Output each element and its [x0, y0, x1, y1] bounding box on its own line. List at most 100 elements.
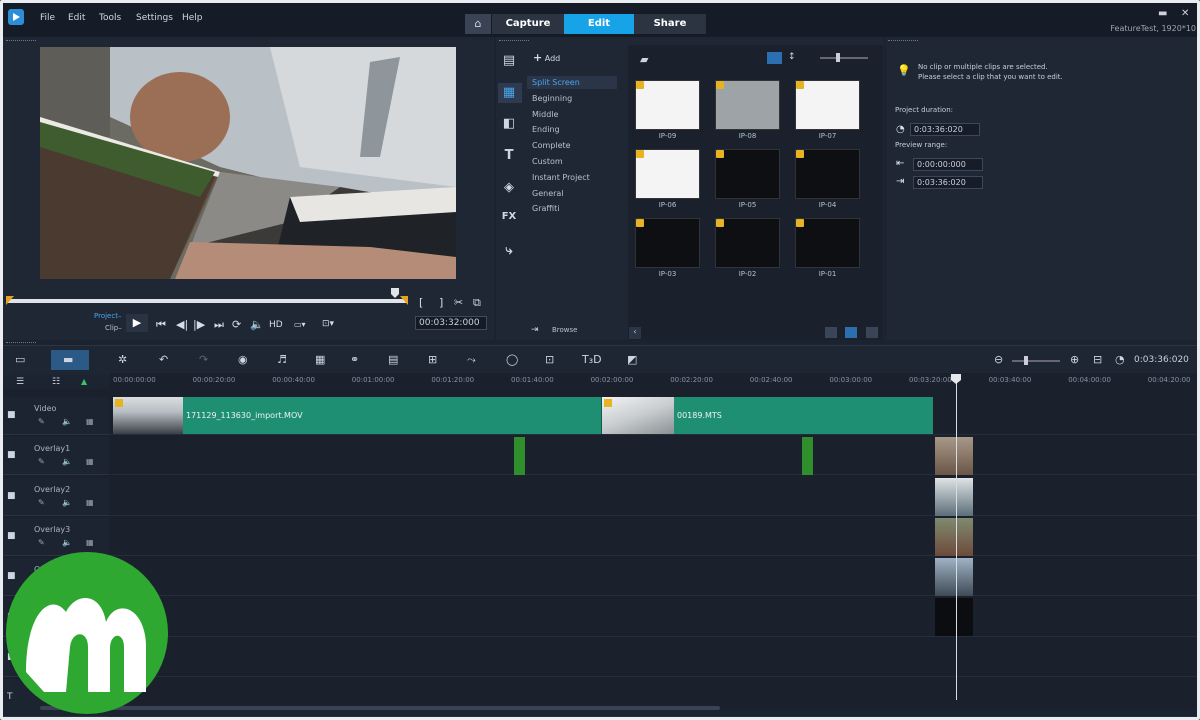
template-thumbnail[interactable]: [795, 149, 860, 199]
options-icon[interactable]: [825, 327, 837, 338]
track-manager-icon[interactable]: ☰: [16, 377, 24, 387]
instant-project-icon[interactable]: ▦: [500, 85, 518, 101]
menu-tools[interactable]: Tools: [99, 13, 121, 23]
volume-icon[interactable]: 🔈: [250, 318, 264, 331]
auto-music-icon[interactable]: ▦: [315, 353, 325, 366]
track-lane[interactable]: [110, 597, 1197, 637]
scrub-bar[interactable]: [8, 299, 408, 303]
template-thumbnail[interactable]: [795, 218, 860, 268]
folder-icon[interactable]: ▰: [640, 53, 648, 66]
list-view-icon[interactable]: [767, 52, 782, 64]
browse-icon[interactable]: ⇥: [531, 325, 539, 335]
template-thumbnail[interactable]: [635, 80, 700, 130]
zoom-slider-knob[interactable]: [1024, 356, 1028, 365]
zoom-out-icon[interactable]: ⊖: [994, 353, 1003, 366]
track-lane[interactable]: [110, 637, 1197, 677]
ripple-editing-icon[interactable]: ▲: [81, 377, 87, 386]
previous-frame-icon[interactable]: ◀|: [176, 318, 188, 331]
add-button[interactable]: + Add: [533, 51, 560, 64]
split-clip-icon[interactable]: ✂: [454, 296, 463, 309]
motion-path-icon[interactable]: ⤷: [500, 243, 518, 259]
graphic-icon[interactable]: ◈: [500, 180, 518, 196]
template-thumbnail[interactable]: [715, 80, 780, 130]
sound-mixer-icon[interactable]: ♬: [277, 353, 287, 366]
home-button[interactable]: ⌂: [465, 14, 491, 34]
category-item[interactable]: Instant Project: [532, 173, 590, 182]
panel-grip[interactable]: [888, 40, 918, 43]
track-edit-icon[interactable]: ✎: [38, 417, 45, 426]
range-end-field[interactable]: 0:03:36:020: [913, 176, 983, 189]
transition-icon[interactable]: ◧: [500, 116, 518, 132]
edit-icon[interactable]: [866, 327, 878, 338]
category-item[interactable]: Custom: [532, 157, 563, 166]
mark-in-icon[interactable]: [: [419, 296, 423, 309]
project-mode-label[interactable]: Project–: [94, 312, 121, 320]
gallery-view-icon[interactable]: [845, 327, 857, 338]
zoom-in-icon[interactable]: ⊕: [1070, 353, 1079, 366]
track-lane[interactable]: [110, 435, 1197, 476]
track-edit-icon[interactable]: ✎: [38, 538, 45, 547]
track-header[interactable]: [3, 437, 109, 476]
home-frame-icon[interactable]: ⏮: [156, 318, 166, 332]
template-thumbnail[interactable]: [795, 80, 860, 130]
3d-title-icon[interactable]: T₃D: [582, 353, 602, 366]
overlay2-clip[interactable]: [935, 478, 973, 516]
category-item[interactable]: Beginning: [532, 94, 572, 103]
project-duration-field[interactable]: 0:03:36:020: [910, 123, 980, 136]
track-lane[interactable]: [110, 556, 1197, 597]
overlay4-clip[interactable]: [935, 558, 973, 596]
menu-settings[interactable]: Settings: [136, 13, 173, 23]
category-item[interactable]: General: [532, 189, 564, 198]
customize-toolbar-icon[interactable]: ✲: [118, 353, 127, 366]
zoom-slider[interactable]: [1012, 360, 1060, 362]
mask-creator-icon[interactable]: ◯: [506, 353, 518, 366]
collapse-left-icon[interactable]: ‹: [629, 327, 641, 339]
track-mute-icon[interactable]: 🔈: [62, 457, 72, 466]
overlay-clip-marker[interactable]: [514, 437, 525, 475]
browse-button[interactable]: Browse: [552, 326, 578, 334]
panel-grip[interactable]: [6, 342, 36, 345]
track-header[interactable]: [3, 477, 109, 516]
time-remapping-icon[interactable]: ⤳: [467, 353, 476, 367]
tab-edit[interactable]: Edit: [564, 14, 634, 34]
category-item[interactable]: Ending: [532, 125, 560, 134]
overlay5-clip[interactable]: [935, 598, 973, 636]
redo-icon[interactable]: ↷: [199, 353, 208, 366]
template-thumbnail[interactable]: [715, 149, 780, 199]
range-start-field[interactable]: 0:00:00:000: [913, 158, 983, 171]
track-mute-icon[interactable]: 🔈: [62, 498, 72, 507]
thumbnail-size-slider[interactable]: [820, 57, 868, 59]
multi-camera-icon[interactable]: ⊞: [428, 353, 437, 366]
panel-grip[interactable]: [6, 40, 36, 43]
menu-file[interactable]: File: [40, 13, 55, 23]
aspect-ratio-icon[interactable]: ▭▾: [294, 320, 306, 329]
track-mute-icon[interactable]: 🔈: [62, 417, 72, 426]
track-header[interactable]: [3, 517, 109, 556]
sort-icon[interactable]: ↕: [788, 52, 796, 62]
undo-icon[interactable]: ↶: [159, 353, 168, 366]
end-frame-icon[interactable]: ⏭: [214, 318, 224, 332]
tab-share[interactable]: Share: [634, 14, 706, 34]
track-edit-icon[interactable]: ✎: [38, 498, 45, 507]
media-icon[interactable]: ▤: [500, 53, 518, 69]
track-edit-icon[interactable]: ✎: [38, 457, 45, 466]
track-grid-icon[interactable]: ▦: [86, 417, 94, 426]
panel-grip[interactable]: [499, 40, 529, 43]
crop-tool-icon[interactable]: ⊡▾: [322, 319, 334, 329]
close-icon[interactable]: ✕: [1181, 8, 1189, 19]
title-icon[interactable]: T: [500, 148, 518, 164]
clip-mode-label[interactable]: Clip–: [105, 324, 122, 332]
fit-project-icon[interactable]: ⊟: [1093, 353, 1102, 366]
storyboard-view-icon[interactable]: ▭: [15, 353, 25, 366]
overlay1-clip[interactable]: [935, 437, 973, 475]
fx-filter-icon[interactable]: FX: [500, 211, 518, 227]
hd-preview-toggle[interactable]: HD: [269, 320, 283, 330]
chapter-point-icon[interactable]: ☷: [52, 377, 60, 387]
slider-knob[interactable]: [836, 53, 840, 62]
pan-zoom-icon[interactable]: ⊡: [545, 353, 554, 366]
track-header[interactable]: [3, 397, 109, 435]
split-screen-template-icon[interactable]: ◩: [627, 353, 637, 366]
subtitle-editor-icon[interactable]: ▤: [388, 353, 398, 366]
play-button[interactable]: ▶: [126, 314, 148, 332]
track-grid-icon[interactable]: ▦: [86, 538, 94, 547]
